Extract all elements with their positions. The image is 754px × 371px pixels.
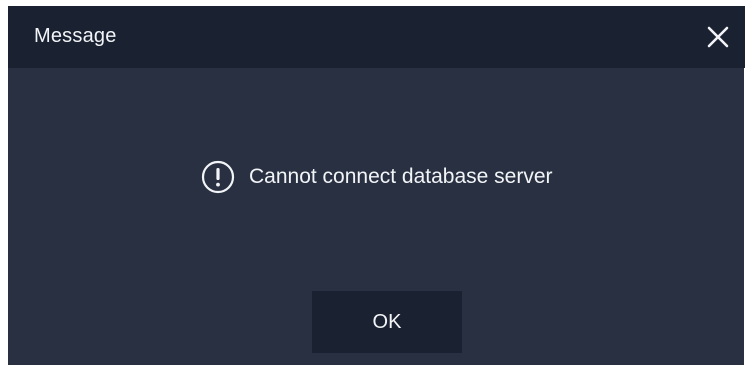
close-button[interactable]	[695, 6, 745, 68]
ok-button[interactable]: OK	[312, 291, 462, 353]
close-icon	[707, 26, 729, 48]
message-text: Cannot connect database server	[249, 165, 553, 188]
dialog-title: Message	[34, 25, 117, 47]
message-row: Cannot connect database server	[201, 160, 553, 194]
exclamation-circle-icon	[201, 160, 235, 194]
message-dialog: Message Cannot connect database server O…	[8, 6, 745, 365]
title-bar: Message	[8, 6, 745, 68]
